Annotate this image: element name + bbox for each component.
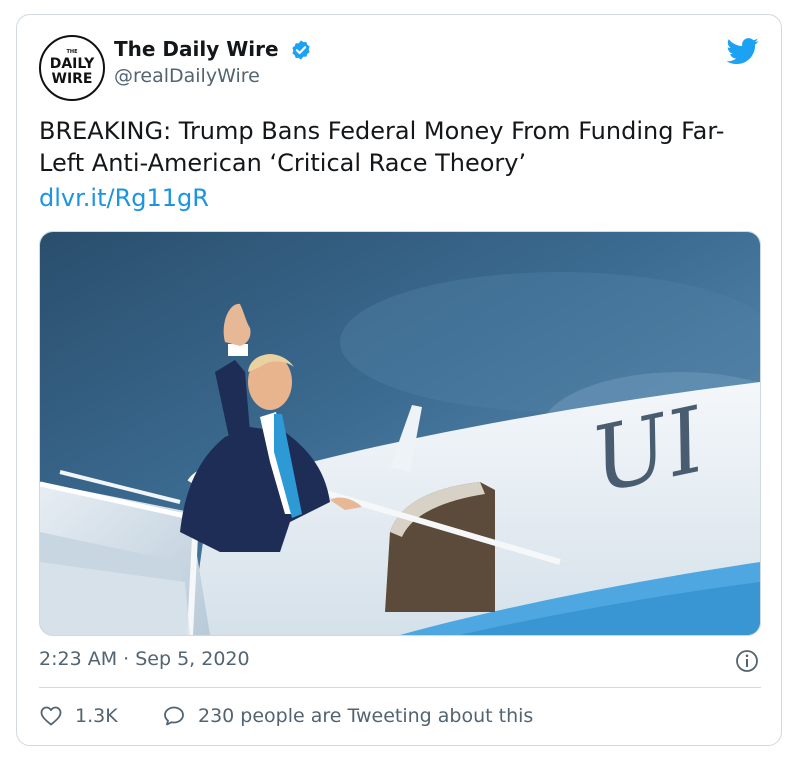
tweet-link[interactable]: dlvr.it/Rg11gR bbox=[39, 182, 209, 214]
divider bbox=[39, 687, 761, 688]
twitter-bird-icon[interactable] bbox=[727, 35, 759, 67]
tweeting-about-link[interactable]: 230 people are Tweeting about this bbox=[162, 703, 533, 729]
daily-wire-logo: THE DAILY WIRE bbox=[50, 49, 95, 87]
heart-icon[interactable] bbox=[39, 704, 63, 728]
author-avatar[interactable]: THE DAILY WIRE bbox=[39, 35, 105, 101]
avatar-logo-small-text: THE bbox=[66, 49, 78, 55]
tweet-text: BREAKING: Trump Bans Federal Money From … bbox=[39, 117, 725, 177]
avatar-logo-line1: DAILY bbox=[50, 56, 95, 72]
tweet-timestamp[interactable]: 2:23 AM · Sep 5, 2020 bbox=[39, 648, 250, 670]
like-button[interactable]: 1.3K bbox=[39, 703, 118, 729]
tweet-media-image[interactable]: UI bbox=[39, 231, 761, 636]
avatar-logo-line2: WIRE bbox=[52, 71, 93, 87]
tweeting-about-label: 230 people are Tweeting about this bbox=[198, 705, 534, 727]
author-handle[interactable]: @realDailyWire bbox=[114, 65, 260, 87]
tweet-card: THE DAILY WIRE The Daily Wire @realDaily… bbox=[16, 14, 782, 746]
author-name[interactable]: The Daily Wire bbox=[114, 37, 279, 61]
speech-bubble-icon[interactable] bbox=[162, 704, 186, 728]
verified-badge-icon bbox=[292, 40, 310, 60]
photo-trump-boarding-plane: UI bbox=[40, 232, 760, 635]
info-icon[interactable] bbox=[735, 649, 759, 673]
like-count: 1.3K bbox=[75, 705, 118, 727]
